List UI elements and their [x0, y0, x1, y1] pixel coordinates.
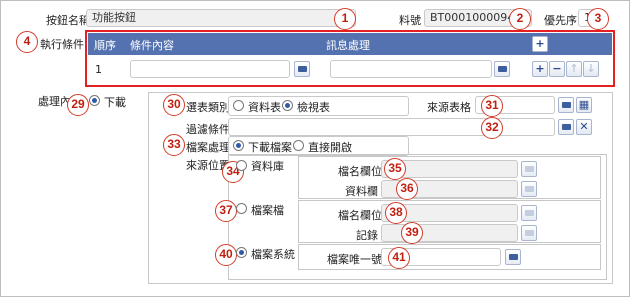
button-name-label: 按鈕名稱: [46, 14, 90, 27]
marker-41: 41: [388, 247, 410, 269]
row-remove-button[interactable]: −: [549, 61, 565, 77]
marker-36: 36: [396, 178, 418, 200]
fs-unique-name-label: 檔案唯一號: [327, 253, 382, 266]
row-move-up-button[interactable]: ↑: [566, 61, 582, 77]
marker-39: 39: [401, 222, 423, 244]
folder-open-icon[interactable]: [294, 61, 310, 77]
calendar-icon[interactable]: ▦: [576, 97, 592, 113]
marker-29: 29: [67, 94, 89, 116]
clear-x-icon[interactable]: ✕: [576, 119, 592, 135]
marker-32: 32: [481, 117, 503, 139]
sheet-type-label: 選表類別: [186, 101, 230, 114]
marker-3: 3: [587, 8, 609, 30]
database-label: 資料庫: [251, 160, 284, 173]
folder-open-icon[interactable]: [494, 61, 510, 77]
message-handling-input[interactable]: [330, 60, 492, 78]
file-handle-label: 檔案處理: [186, 141, 230, 154]
row-move-down-button[interactable]: ↓: [583, 61, 599, 77]
sheet-type-table-label: 資料表: [248, 101, 281, 114]
add-condition-button[interactable]: +: [532, 36, 548, 52]
file-handle-open-label: 直接開啟: [308, 141, 352, 154]
folder-open-icon[interactable]: [521, 161, 537, 177]
file-archive-radio[interactable]: [236, 203, 247, 214]
marker-31: 31: [481, 95, 503, 117]
marker-40: 40: [215, 244, 237, 266]
file-handle-download-label: 下載檔案: [248, 141, 292, 154]
fa-filename-field-label: 檔名欄位: [338, 209, 382, 222]
marker-2: 2: [509, 8, 531, 30]
marker-33: 33: [163, 134, 185, 156]
sheet-type-table-radio[interactable]: [233, 100, 244, 111]
file-system-label: 檔案系統: [251, 248, 295, 261]
marker-37: 37: [215, 200, 237, 222]
marker-1: 1: [334, 8, 356, 30]
priority-label: 優先序: [544, 14, 577, 27]
download-label: 下載: [104, 96, 126, 109]
db-data-field-label: 資料欄: [345, 185, 378, 198]
filter-input[interactable]: [228, 118, 555, 136]
marker-4: 4: [16, 31, 38, 53]
folder-open-icon[interactable]: [521, 205, 537, 221]
sheet-type-view-radio[interactable]: [282, 100, 293, 111]
sheet-type-view-label: 檢視表: [297, 101, 330, 114]
condition-row-order: 1: [95, 63, 102, 76]
marker-30: 30: [163, 94, 185, 116]
col-order: 順序: [94, 39, 116, 52]
col-content: 條件內容: [130, 39, 174, 52]
file-archive-label: 檔案檔: [251, 204, 284, 217]
file-handle-download-radio[interactable]: [233, 140, 244, 151]
marker-38: 38: [385, 202, 407, 224]
row-add-button[interactable]: +: [532, 61, 548, 77]
folder-open-icon[interactable]: [558, 97, 574, 113]
download-radio[interactable]: [89, 95, 100, 106]
folder-open-icon[interactable]: [521, 181, 537, 197]
file-system-radio[interactable]: [236, 247, 247, 258]
file-handle-open-radio[interactable]: [293, 140, 304, 151]
database-radio[interactable]: [236, 160, 247, 171]
fa-record-label: 記錄: [356, 229, 378, 242]
col-message: 訊息處理: [326, 39, 370, 52]
condition-label: 執行條件: [40, 38, 84, 51]
db-filename-field-label: 檔名欄位: [338, 165, 382, 178]
filter-label: 過濾條件: [186, 123, 230, 136]
marker-35: 35: [384, 158, 406, 180]
button-name-field[interactable]: 功能按鈕: [86, 9, 356, 27]
folder-open-icon[interactable]: [521, 225, 537, 241]
folder-open-icon[interactable]: [558, 119, 574, 135]
folder-open-icon[interactable]: [505, 249, 521, 265]
condition-content-input[interactable]: [130, 60, 290, 78]
source-sheet-label: 來源表格: [427, 101, 471, 114]
material-no-label: 料號: [399, 14, 421, 27]
